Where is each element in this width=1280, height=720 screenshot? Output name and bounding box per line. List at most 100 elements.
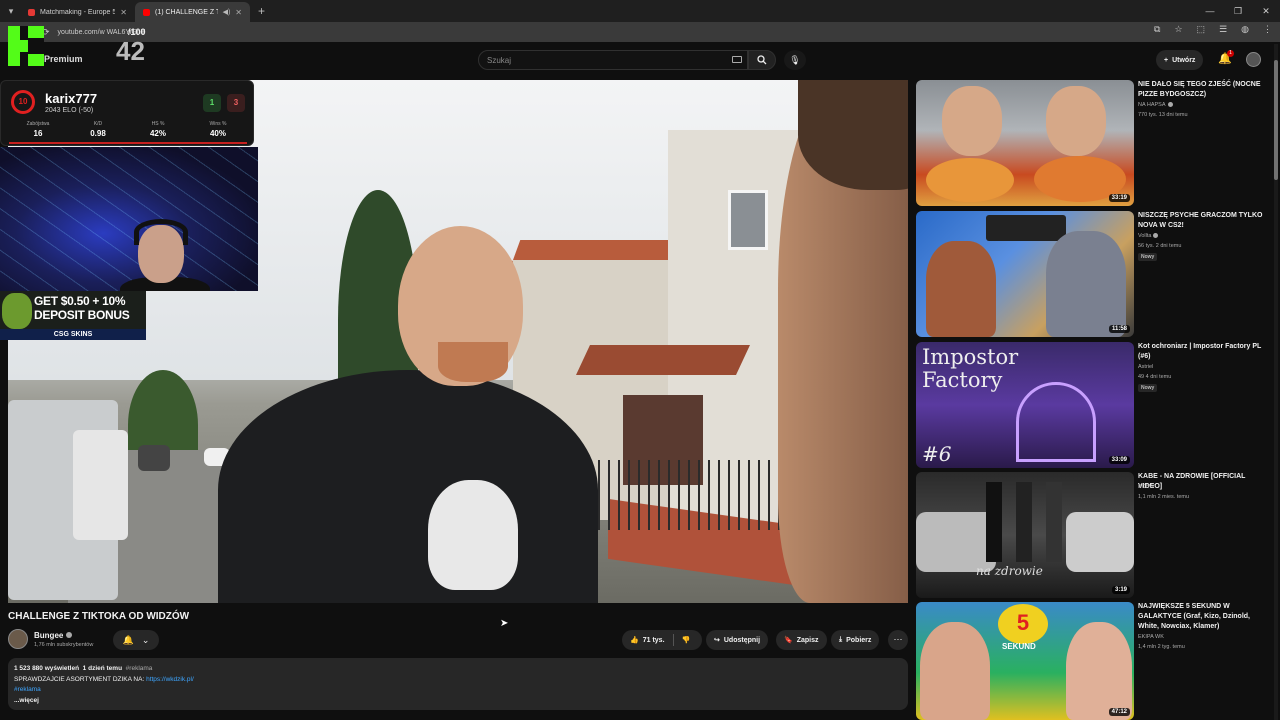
browser-tab-active[interactable]: (1) CHALLENGE Z TIKTOKA... ◀) ✕: [135, 2, 250, 22]
thumbnail[interactable]: 33:19: [916, 80, 1134, 206]
create-button[interactable]: + Utwórz: [1156, 50, 1204, 70]
description-link[interactable]: https://wkdzik.pl/: [146, 676, 194, 683]
share-button[interactable]: ↪ Udostępnij: [706, 630, 769, 650]
thumbnail[interactable]: 11:58: [916, 211, 1134, 337]
profile-icon[interactable]: ◍: [1241, 24, 1249, 35]
browser-toolbar: ⧉ ☆ ⬚ ☰ ◍ ⋮: [1154, 24, 1272, 35]
rec-channel[interactable]: Vollta: [1138, 233, 1159, 239]
rec-title[interactable]: KABE - NA ZDROWIE [OFFICIAL VIDEO]: [1138, 472, 1266, 492]
browser-tab-bar: ▾ Matchmaking - Europe 5v5 Qu... ✕ (1) C…: [0, 0, 1280, 22]
rec-title[interactable]: Kot ochroniarz | Impostor Factory PL (#6…: [1138, 342, 1266, 362]
viewer-count: 42: [116, 36, 145, 66]
rec-title[interactable]: NIE DAŁO SIĘ TEGO ZJEŚĆ (NOCNE PIZZE BYD…: [1138, 80, 1266, 100]
new-badge: Nowy: [1138, 253, 1158, 261]
tab-list-icon[interactable]: ☰: [1219, 24, 1227, 35]
tab-favicon-icon: [28, 8, 35, 16]
rec-meta: 1,1 mln 2 mies. temu: [1138, 494, 1190, 500]
headphones-icon: [134, 219, 188, 245]
verified-icon: [66, 632, 73, 638]
browser-menu-icon[interactable]: ⋮: [1263, 24, 1272, 35]
save-label: Zapisz: [796, 636, 819, 644]
video-duration: 33:19: [1108, 194, 1130, 202]
video-duration: 11:58: [1108, 325, 1130, 333]
download-button[interactable]: ⤓ Pobierz: [831, 630, 880, 650]
like-count[interactable]: 71 tys.: [643, 637, 665, 644]
speaker-icon[interactable]: ◀): [223, 8, 231, 16]
recommendation-item[interactable]: 33:19 NIE DAŁO SIĘ TEGO ZJEŚĆ (NOCNE PIZ…: [916, 80, 1270, 206]
thumbnail[interactable]: na zdrowie 3:19: [916, 472, 1134, 598]
microphone-icon: 🎙: [789, 54, 801, 65]
channel-name[interactable]: Bungee: [34, 631, 63, 640]
page-scrollbar[interactable]: [1274, 44, 1278, 720]
rec-channel[interactable]: BCBW: [1138, 484, 1155, 490]
more-actions-button[interactable]: ⋯: [888, 630, 908, 650]
show-more-link[interactable]: ...więcej: [14, 696, 902, 707]
search-input[interactable]: Szukaj: [478, 50, 748, 70]
tab-close-icon[interactable]: ✕: [235, 8, 242, 17]
chevron-down-icon: ⌄: [141, 634, 150, 645]
new-tab-icon[interactable]: +: [258, 4, 265, 18]
description-hashtag[interactable]: #reklama: [14, 685, 902, 696]
thumb-text: na zdrowie: [976, 564, 1043, 578]
user-avatar[interactable]: [1246, 52, 1261, 67]
address-bar[interactable]: ⟳ youtube.com/w WAL6YiGnY ⧉ ☆ ⬚ ☰ ◍ ⋮: [0, 22, 1280, 42]
ad-headline: GET $0.50 + 10%: [34, 294, 126, 308]
close-window-icon[interactable]: ✕: [1252, 6, 1280, 17]
verified-icon: [1167, 102, 1173, 108]
rec-channel[interactable]: EKIPA WK: [1138, 634, 1164, 640]
recommendation-item[interactable]: 11:58 NISZCZĘ PSYCHE GRACZOM TYLKO NOVA …: [916, 211, 1270, 337]
tab-close-icon[interactable]: ✕: [120, 8, 127, 17]
keyboard-icon[interactable]: [732, 56, 742, 63]
video-duration: 3:19: [1111, 586, 1130, 594]
ad-subheadline: DEPOSIT BONUS: [34, 308, 130, 322]
new-badge: Nowy: [1138, 384, 1158, 392]
video-duration: 47:12: [1108, 708, 1130, 716]
cast-icon[interactable]: ⧉: [1154, 24, 1160, 35]
hashtag[interactable]: #reklama: [126, 665, 153, 672]
extensions-icon[interactable]: ⬚: [1197, 24, 1206, 35]
subscribed-button[interactable]: 🔔 ⌄: [113, 630, 159, 650]
recommendation-item[interactable]: Impostor Factory #6 33:09 Kot ochroniarz…: [916, 342, 1270, 468]
search-button[interactable]: [748, 50, 776, 70]
browser-tab[interactable]: Matchmaking - Europe 5v5 Qu... ✕: [20, 2, 135, 22]
channel-avatar[interactable]: [8, 629, 28, 649]
thumb-episode: #6: [922, 442, 952, 466]
rec-meta: 770 tys. 13 dni temu: [1138, 112, 1188, 118]
save-button[interactable]: 🔖 Zapisz: [776, 630, 827, 650]
rec-title[interactable]: NISZCZĘ PSYCHE GRACZOM TYLKO NOVA W CS2!: [1138, 211, 1266, 231]
tab-search-chevron-icon[interactable]: ▾: [2, 2, 20, 20]
share-icon: ↪: [714, 637, 720, 644]
thumbnail[interactable]: Impostor Factory #6 33:09: [916, 342, 1134, 468]
tab-title: Matchmaking - Europe 5v5 Qu...: [40, 8, 116, 16]
verified-icon: [1153, 233, 1159, 239]
sponsor-ad-banner: GET $0.50 + 10% DEPOSIT BONUS CSG SKINS: [0, 291, 146, 340]
voice-search-button[interactable]: 🎙: [784, 50, 806, 70]
recommendation-item[interactable]: 5 SEKUND 47:12 NAJWIĘKSZE 5 SEKUND W GAL…: [916, 602, 1270, 720]
video-description[interactable]: 1 523 880 wyświetleń 1 dzień temu #rekla…: [8, 658, 908, 710]
rec-title[interactable]: NAJWIĘKSZE 5 SEKUND W GALAKTYCE (Graf, K…: [1138, 602, 1266, 632]
description-text: SPRAWDZAJCIE ASORTYMENT DZIKA NA:: [14, 675, 145, 683]
scrollbar-thumb[interactable]: [1274, 60, 1278, 180]
dislike-button[interactable]: 👎: [682, 636, 691, 644]
description-stats: 1 523 880 wyświetleń 1 dzień temu #rekla…: [14, 664, 902, 675]
bookmark-star-icon[interactable]: ☆: [1174, 24, 1182, 35]
divider: [672, 634, 674, 646]
thumbnail[interactable]: 5 SEKUND 47:12: [916, 602, 1134, 720]
share-label: Udostępnij: [723, 636, 761, 644]
notification-count-badge: 1: [1227, 50, 1234, 57]
webcam-lights: [0, 147, 258, 291]
like-button[interactable]: 👍: [630, 636, 639, 644]
rec-channel[interactable]: NA HAPSA: [1138, 102, 1173, 108]
thumb-text: Impostor Factory: [922, 345, 1019, 392]
ad-brand: CSG SKINS: [0, 329, 146, 340]
recommendation-item[interactable]: na zdrowie 3:19 KABE - NA ZDROWIE [OFFIC…: [916, 472, 1270, 598]
rec-meta: 49 4 dni temu: [1138, 374, 1172, 380]
screen: ▾ Matchmaking - Europe 5v5 Qu... ✕ (1) C…: [0, 0, 1280, 720]
faceit-player-name: karix777: [45, 91, 98, 106]
channel-name-row[interactable]: Bungee: [34, 631, 73, 640]
maximize-icon[interactable]: ❐: [1224, 6, 1252, 17]
faceit-elo: 2043 ELO (-50): [45, 107, 94, 114]
minimize-icon[interactable]: —: [1196, 6, 1224, 16]
video-car: [73, 430, 128, 540]
rec-channel[interactable]: Astriel: [1138, 364, 1153, 370]
